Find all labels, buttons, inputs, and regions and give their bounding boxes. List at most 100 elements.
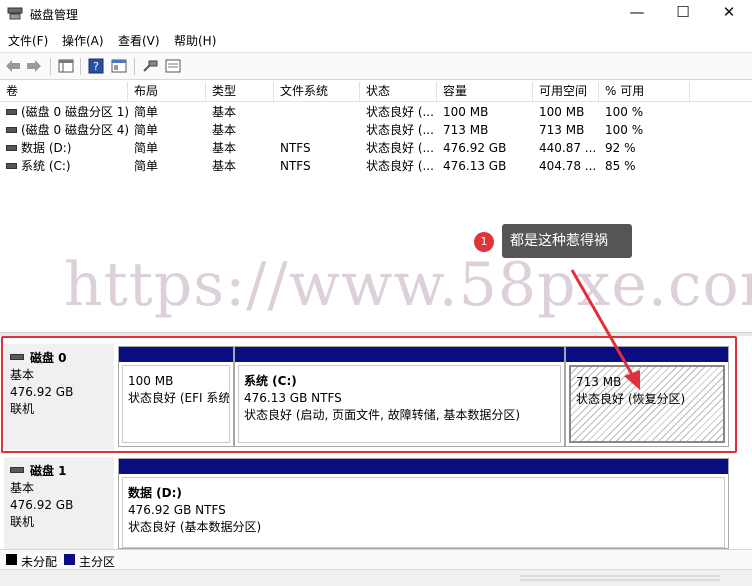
help-button[interactable]: ? xyxy=(86,57,106,75)
layout-cell: 简单 xyxy=(134,159,159,173)
volume-name: (磁盘 0 磁盘分区 4) xyxy=(21,123,128,137)
legend-unallocated: 未分配 xyxy=(21,555,58,569)
console-tree-button[interactable] xyxy=(56,57,76,75)
partition-status: 状态良好 (基本数据分区) xyxy=(128,520,262,534)
col-type[interactable]: 类型 xyxy=(206,82,274,102)
window-icon xyxy=(165,59,181,73)
volume-icon xyxy=(6,162,17,169)
volume-name: 数据 (D:) xyxy=(21,141,72,155)
primary-partition-swatch xyxy=(64,554,75,565)
filesystem-cell: NTFS xyxy=(280,159,311,173)
disk-state: 联机 xyxy=(10,515,35,529)
disk-name: 磁盘 1 xyxy=(30,464,67,478)
percent-free-cell: 85 % xyxy=(605,159,636,173)
status-cell: 状态良好 (... xyxy=(366,159,434,173)
col-layout[interactable]: 布局 xyxy=(128,82,206,102)
disk-size: 476.92 GB xyxy=(10,498,74,512)
menu-file[interactable]: 文件(F) xyxy=(8,32,48,49)
percent-free-cell: 100 % xyxy=(605,105,644,119)
volume-icon xyxy=(6,108,17,115)
toolbar: ? xyxy=(0,52,752,80)
toolbar-separator xyxy=(134,58,135,75)
disk-1-label[interactable]: 磁盘 1 基本 476.92 GB 联机 xyxy=(4,457,114,549)
percent-free-cell: 100 % xyxy=(605,123,644,137)
col-status[interactable]: 状态 xyxy=(360,82,437,102)
layout-cell: 简单 xyxy=(134,105,159,119)
panel-icon xyxy=(58,59,74,73)
list-header: 卷 布局 类型 文件系统 状态 容量 可用空间 % 可用 xyxy=(0,82,752,102)
back-button[interactable] xyxy=(3,57,23,75)
connect-icon xyxy=(143,60,158,72)
volume-icon xyxy=(6,144,17,151)
layout-cell: 简单 xyxy=(134,141,159,155)
menu-view[interactable]: 查看(V) xyxy=(118,32,160,49)
close-button[interactable]: ✕ xyxy=(706,0,752,26)
partition-d[interactable]: 数据 (D:) 476.92 GB NTFS 状态良好 (基本数据分区) xyxy=(118,458,729,549)
title-bar: 磁盘管理 — ☐ ✕ xyxy=(0,0,752,28)
help-icon: ? xyxy=(88,58,104,74)
filesystem-cell: NTFS xyxy=(280,141,311,155)
col-volume[interactable]: 卷 xyxy=(0,82,128,102)
legend-primary: 主分区 xyxy=(79,555,116,569)
resize-grip-icon xyxy=(520,575,720,581)
toolbar-separator xyxy=(50,58,51,75)
partition-name: 数据 (D:) xyxy=(128,486,182,500)
free-space-cell: 404.78 ... xyxy=(539,159,597,173)
free-space-cell: 440.87 ... xyxy=(539,141,597,155)
minimize-button[interactable]: — xyxy=(614,0,660,26)
col-capacity[interactable]: 容量 xyxy=(437,82,533,102)
table-row[interactable]: 数据 (D:) 简单 基本 NTFS 状态良好 (... 476.92 GB 4… xyxy=(0,139,752,157)
toolbar-separator xyxy=(80,58,81,75)
disk-icon xyxy=(10,466,24,473)
disk-type: 基本 xyxy=(10,481,35,495)
menu-bar: 文件(F) 操作(A) 查看(V) 帮助(H) xyxy=(0,29,752,51)
volume-name: 系统 (C:) xyxy=(21,159,71,173)
free-space-cell: 713 MB xyxy=(539,123,585,137)
volume-name: (磁盘 0 磁盘分区 1) xyxy=(21,105,128,119)
type-cell: 基本 xyxy=(212,105,237,119)
properties-icon xyxy=(111,59,127,73)
volume-icon xyxy=(6,126,17,133)
legend: 未分配 主分区 xyxy=(0,549,752,569)
window-title: 磁盘管理 xyxy=(30,8,79,22)
settings-button[interactable] xyxy=(163,57,183,75)
partition-bar xyxy=(119,459,728,474)
type-cell: 基本 xyxy=(212,123,237,137)
svg-text:?: ? xyxy=(93,60,99,73)
capacity-cell: 476.92 GB xyxy=(443,141,507,155)
annotation-arrow-icon xyxy=(570,269,640,390)
forward-button[interactable] xyxy=(24,57,44,75)
arrow-right-icon xyxy=(27,60,41,72)
type-cell: 基本 xyxy=(212,159,237,173)
status-cell: 状态良好 (... xyxy=(366,123,434,137)
arrow-left-icon xyxy=(6,60,20,72)
col-percent-free[interactable]: % 可用 xyxy=(599,82,690,102)
table-row[interactable]: 系统 (C:) 简单 基本 NTFS 状态良好 (... 476.13 GB 4… xyxy=(0,157,752,175)
status-bar xyxy=(0,569,752,586)
col-free-space[interactable]: 可用空间 xyxy=(533,82,599,102)
table-row[interactable]: (磁盘 0 磁盘分区 4) 简单 基本 状态良好 (... 713 MB 713… xyxy=(0,121,752,139)
filesystem-cell xyxy=(274,103,360,121)
status-cell: 状态良好 (... xyxy=(366,105,434,119)
free-space-cell: 100 MB xyxy=(539,105,585,119)
type-cell: 基本 xyxy=(212,141,237,155)
maximize-button[interactable]: ☐ xyxy=(660,0,706,26)
callout-number: 1 xyxy=(474,232,494,252)
capacity-cell: 100 MB xyxy=(443,105,489,119)
disk-management-icon xyxy=(7,7,23,20)
layout-cell: 简单 xyxy=(134,123,159,137)
percent-free-cell: 92 % xyxy=(605,141,636,155)
capacity-cell: 476.13 GB xyxy=(443,159,507,173)
table-row[interactable]: (磁盘 0 磁盘分区 1) 简单 基本 状态良好 (... 100 MB 100… xyxy=(0,103,752,121)
connect-button[interactable] xyxy=(140,57,160,75)
col-filesystem[interactable]: 文件系统 xyxy=(274,82,360,102)
unallocated-swatch xyxy=(6,554,17,565)
partition-size: 476.92 GB NTFS xyxy=(128,503,226,517)
menu-help[interactable]: 帮助(H) xyxy=(174,32,216,49)
properties-button[interactable] xyxy=(109,57,129,75)
menu-action[interactable]: 操作(A) xyxy=(62,32,104,49)
capacity-cell: 713 MB xyxy=(443,123,489,137)
callout-label: 都是这种惹得祸 xyxy=(502,224,632,258)
filesystem-cell xyxy=(274,121,360,139)
status-cell: 状态良好 (... xyxy=(366,141,434,155)
